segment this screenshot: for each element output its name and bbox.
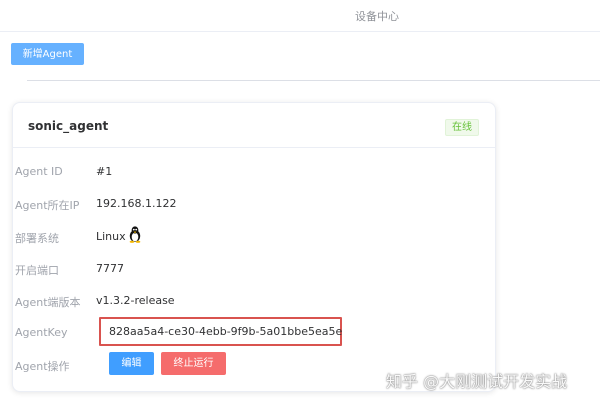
linux-tux-icon	[129, 226, 141, 243]
stop-running-button[interactable]: 终止运行	[161, 352, 226, 375]
top-bar: 设备中心	[0, 0, 600, 32]
version-label: Agent端版本	[15, 296, 81, 309]
operations-label: Agent操作	[15, 360, 70, 373]
port-label: 开启端口	[15, 264, 59, 277]
edit-button[interactable]: 编辑	[109, 352, 154, 375]
agent-ip-label: Agent所在IP	[15, 199, 80, 212]
status-badge: 在线	[445, 119, 479, 136]
agent-id-label: Agent ID	[15, 165, 63, 178]
agent-id-value: #1	[96, 165, 113, 178]
watermark: 知乎 @大刚测试开发实战	[386, 372, 568, 391]
os-value: Linux	[96, 230, 126, 243]
version-value: v1.3.2-release	[96, 294, 175, 307]
port-value: 7777	[96, 262, 124, 275]
agent-ip-value: 192.168.1.122	[96, 197, 177, 210]
agent-key-label: AgentKey	[15, 326, 68, 339]
add-agent-button[interactable]: 新增Agent	[11, 43, 84, 65]
agent-key-highlight: 828aa5a4-ce30-4ebb-9f9b-5a01bbe5ea5e	[99, 317, 342, 346]
agent-name: sonic_agent	[28, 119, 109, 133]
agent-card: sonic_agent 在线	[12, 102, 496, 392]
page-title: 设备中心	[355, 10, 399, 23]
agent-card-header: sonic_agent 在线	[13, 103, 495, 148]
os-label: 部署系统	[15, 232, 59, 245]
agent-key-value[interactable]: 828aa5a4-ce30-4ebb-9f9b-5a01bbe5ea5e	[109, 325, 342, 338]
divider	[27, 80, 600, 81]
